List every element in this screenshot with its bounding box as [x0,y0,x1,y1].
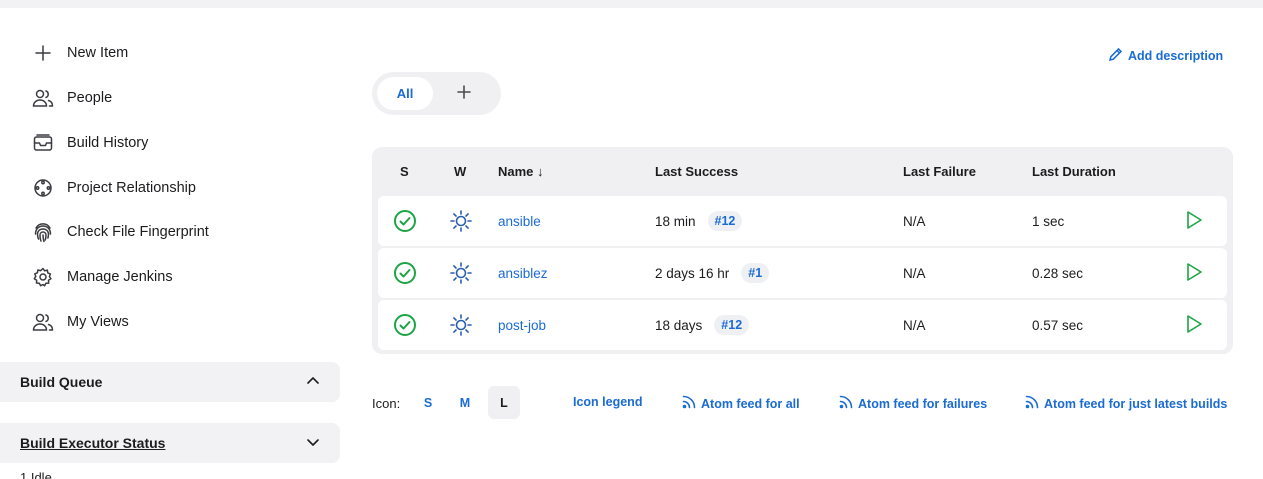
rss-icon [1025,395,1044,412]
add-view-button[interactable] [453,83,475,105]
build-number-link[interactable]: #12 [707,211,743,231]
sidebar-item-new-item[interactable]: New Item [32,41,128,65]
chevron-down-icon[interactable] [306,434,320,452]
sidebar-item-check-file-fingerprint[interactable]: Check File Fingerprint [32,220,209,244]
atom-feed-latest-link[interactable]: Atom feed for just latest builds [1025,395,1227,412]
build-number-link[interactable]: #1 [741,263,770,283]
executor-idle-item: 1 Idle [20,470,52,479]
sunny-weather-icon [449,300,473,350]
table-row: ansiblez 2 days 16 hr #1 N/A 0.28 sec [378,248,1227,298]
play-icon [1185,262,1203,285]
top-bar [0,0,1263,8]
build-executor-status-title[interactable]: Build Executor Status [20,435,165,451]
schedule-build-button[interactable] [1185,248,1203,298]
people-icon [32,87,54,109]
column-header-name[interactable]: Name ↓ [498,164,544,179]
sidebar-item-label: New Item [67,45,129,61]
sidebar-item-build-history[interactable]: Build History [32,131,148,155]
sidebar-item-label: People [67,90,113,106]
job-link[interactable]: post-job [498,318,546,333]
last-failure-value: N/A [903,213,926,229]
last-duration-value: 0.28 sec [1032,265,1084,281]
icon-size-label: Icon: [372,396,401,411]
last-duration-value: 1 sec [1032,213,1065,229]
schedule-build-button[interactable] [1185,196,1203,246]
sidebar-item-manage-jenkins[interactable]: Manage Jenkins [32,265,173,289]
plus-icon [457,84,471,104]
last-failure-value: N/A [903,317,926,333]
sidebar-item-label: Manage Jenkins [67,269,173,285]
play-icon [1185,314,1203,337]
jobs-table: S W Name ↓ Last Success Last Failure Las… [372,147,1233,354]
sidebar-item-label: Build History [67,135,149,151]
people-icon [32,311,54,333]
add-description-label: Add description [1128,49,1224,63]
last-success-time: 18 days [655,317,703,333]
rss-icon [682,395,701,412]
table-row: post-job 18 days #12 N/A 0.57 sec [378,300,1227,350]
plus-icon [32,42,54,64]
build-queue-title: Build Queue [20,374,103,390]
icon-size-large-button[interactable]: L [488,386,520,419]
column-header-last-failure[interactable]: Last Failure [903,164,976,179]
sunny-weather-icon [449,196,473,246]
play-icon [1185,210,1203,233]
rss-icon [839,395,858,412]
success-status-icon [393,300,417,350]
column-header-weather[interactable]: W [454,164,466,179]
add-description-link[interactable]: Add description [1108,47,1223,65]
icon-size-medium-button[interactable]: M [449,386,481,419]
inbox-icon [32,132,54,154]
atom-feed-all-label: Atom feed for all [701,396,800,411]
atom-feed-failures-label: Atom feed for failures [858,396,988,411]
schedule-build-button[interactable] [1185,300,1203,350]
job-link[interactable]: ansiblez [498,266,548,281]
last-success-time: 2 days 16 hr [655,265,730,281]
icon-size-small-button[interactable]: S [412,386,444,419]
sidebar-item-my-views[interactable]: My Views [32,310,129,334]
sidebar-item-label: Project Relationship [67,180,196,196]
build-executor-status-header[interactable]: Build Executor Status [0,423,340,463]
table-row: ansible 18 min #12 N/A 1 sec [378,196,1227,246]
build-number-link[interactable]: #12 [714,315,750,335]
success-status-icon [393,196,417,246]
atom-feed-all-link[interactable]: Atom feed for all [682,395,800,412]
chevron-up-icon[interactable] [306,373,320,391]
last-success-time: 18 min [655,213,696,229]
column-header-last-duration[interactable]: Last Duration [1032,164,1116,179]
success-status-icon [393,248,417,298]
gear-icon [32,266,54,288]
icon-legend-link[interactable]: Icon legend [573,395,642,409]
view-tabs: All [372,72,501,115]
sidebar-item-label: Check File Fingerprint [67,224,209,240]
fingerprint-icon [32,221,54,243]
last-failure-value: N/A [903,265,926,281]
atom-feed-latest-label: Atom feed for just latest builds [1044,396,1228,411]
atom-feed-failures-link[interactable]: Atom feed for failures [839,395,987,412]
sidebar-item-project-relationship[interactable]: Project Relationship [32,176,196,200]
tab-all[interactable]: All [377,77,433,110]
relationship-icon [32,177,54,199]
last-duration-value: 0.57 sec [1032,317,1084,333]
sunny-weather-icon [449,248,473,298]
job-link[interactable]: ansible [498,214,541,229]
column-header-last-success[interactable]: Last Success [655,164,738,179]
icon-legend-label: Icon legend [573,395,643,409]
sidebar-item-people[interactable]: People [32,86,112,110]
pencil-icon [1108,47,1128,65]
column-header-status[interactable]: S [400,164,409,179]
build-queue-header[interactable]: Build Queue [0,362,340,402]
sidebar-item-label: My Views [67,314,129,330]
